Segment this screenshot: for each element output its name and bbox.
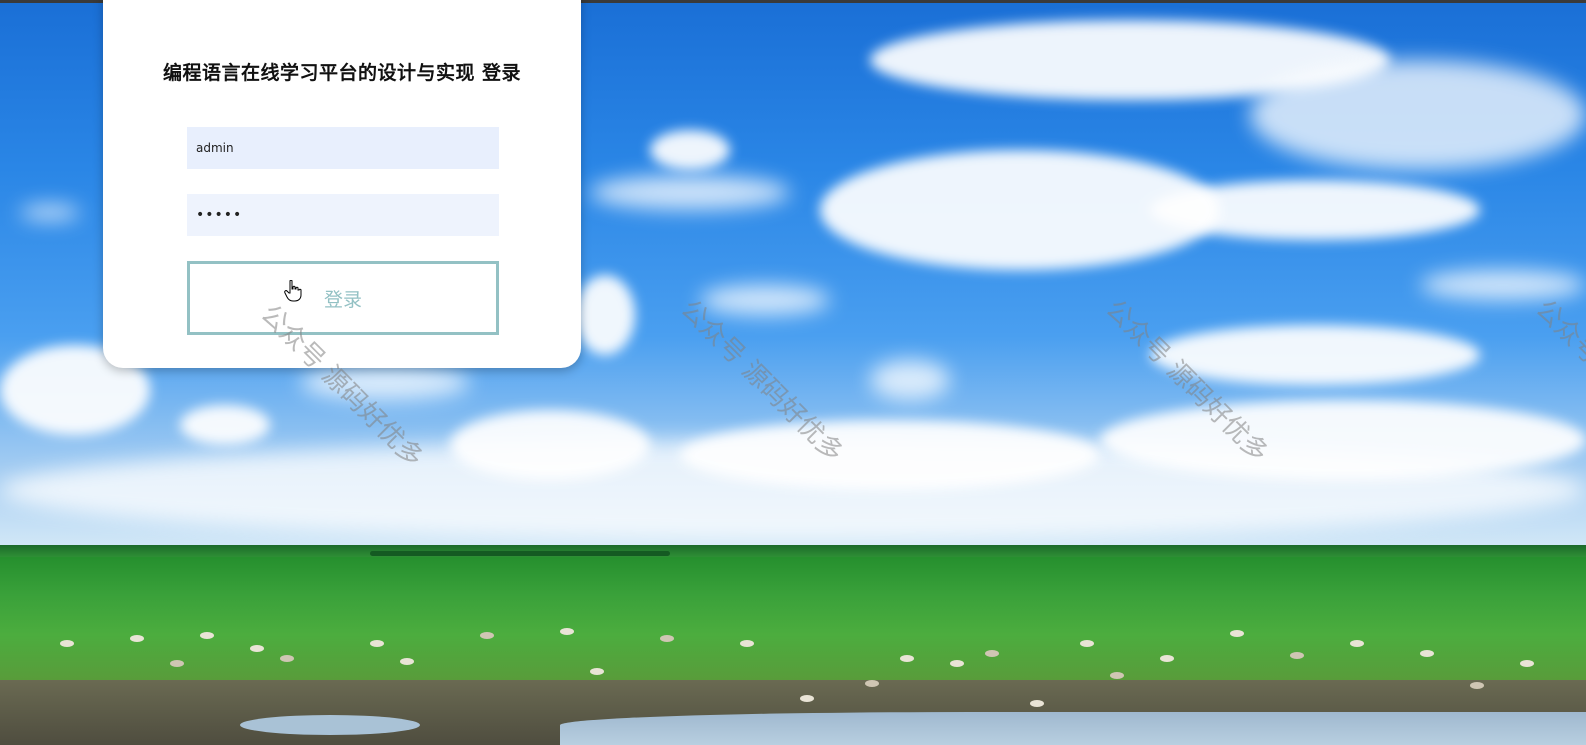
sheep — [1080, 640, 1094, 647]
cloud — [300, 365, 470, 400]
cloud — [20, 205, 80, 220]
cloud — [575, 275, 635, 355]
cloud — [590, 175, 790, 210]
sheep — [280, 655, 294, 662]
sheep — [1420, 650, 1434, 657]
cloud — [1100, 400, 1586, 480]
sheep — [170, 660, 184, 667]
username-input[interactable] — [187, 127, 499, 169]
cloud — [1150, 325, 1480, 385]
hand-pointer-icon — [284, 280, 302, 302]
cloud — [1250, 60, 1586, 170]
river — [560, 712, 1586, 745]
sheep — [130, 635, 144, 642]
sheep — [900, 655, 914, 662]
login-button[interactable]: 登录 — [187, 261, 499, 335]
cloud — [1420, 270, 1586, 300]
sheep — [60, 640, 74, 647]
sheep — [590, 668, 604, 675]
cloud — [450, 410, 650, 480]
sheep — [400, 658, 414, 665]
sheep — [1350, 640, 1364, 647]
sheep — [1030, 700, 1044, 707]
cloud — [180, 405, 270, 445]
sheep — [1470, 682, 1484, 689]
tree-line — [370, 551, 670, 556]
cloud — [680, 420, 1100, 490]
cloud — [700, 285, 830, 315]
sheep — [1110, 672, 1124, 679]
sheep — [480, 632, 494, 639]
sheep — [800, 695, 814, 702]
puddle — [240, 715, 420, 735]
sheep — [1290, 652, 1304, 659]
sheep — [560, 628, 574, 635]
sheep — [985, 650, 999, 657]
sheep — [1160, 655, 1174, 662]
sheep — [1520, 660, 1534, 667]
sheep — [950, 660, 964, 667]
password-input[interactable] — [187, 194, 499, 236]
sheep — [660, 635, 674, 642]
sheep — [250, 645, 264, 652]
cloud — [650, 130, 730, 170]
login-title: 编程语言在线学习平台的设计与实现 登录 — [162, 62, 522, 84]
horizon — [0, 545, 1586, 557]
cloud — [870, 360, 950, 400]
login-card: 编程语言在线学习平台的设计与实现 登录 登录 — [103, 0, 581, 368]
sheep — [865, 680, 879, 687]
sheep — [370, 640, 384, 647]
sheep — [200, 632, 214, 639]
sheep — [1230, 630, 1244, 637]
cloud — [820, 150, 1220, 270]
sheep — [740, 640, 754, 647]
